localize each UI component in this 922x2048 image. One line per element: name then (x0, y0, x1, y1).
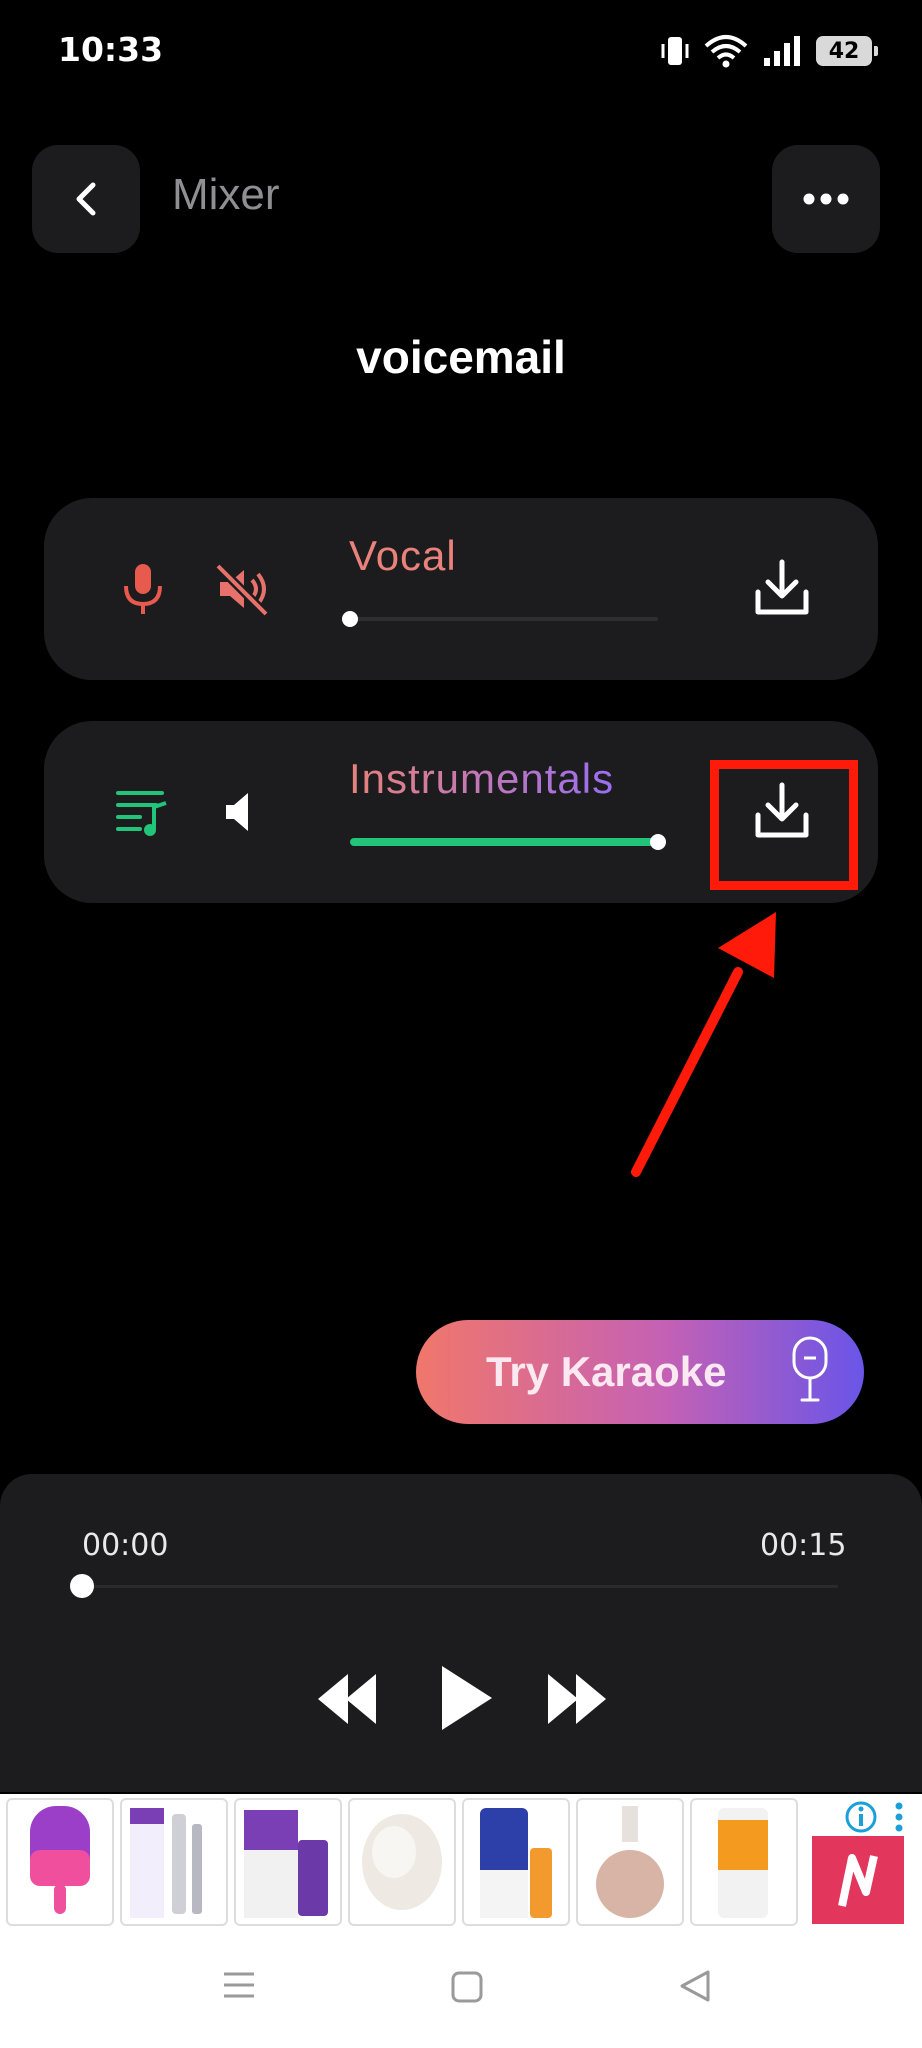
instrumentals-slider-fill (350, 838, 658, 846)
microphone-icon[interactable] (112, 558, 174, 620)
progress-thumb[interactable] (70, 1574, 94, 1598)
total-time: 00:15 (760, 1528, 847, 1563)
fast-forward-icon[interactable] (544, 1666, 610, 1732)
try-karaoke-button[interactable]: Try Karaoke (416, 1320, 864, 1424)
volume-mute-icon[interactable] (212, 558, 274, 620)
chevron-left-icon (76, 182, 96, 216)
ad-product-image[interactable] (462, 1798, 570, 1926)
status-time: 10:33 (58, 30, 164, 69)
battery-indicator: 42 (816, 36, 878, 66)
ad-product-image[interactable] (348, 1798, 456, 1926)
player-panel (0, 1474, 922, 1792)
track-label-instrumentals: Instrumentals (349, 755, 615, 802)
playlist-music-icon[interactable] (112, 781, 174, 843)
vibrate-icon (661, 37, 689, 65)
ad-brand-logo[interactable] (812, 1836, 904, 1924)
ad-product-image[interactable] (690, 1798, 798, 1926)
vocal-slider-thumb[interactable] (342, 611, 358, 627)
progress-bar[interactable] (82, 1585, 838, 1588)
status-icons: 42 (660, 34, 878, 68)
home-icon[interactable] (450, 1970, 484, 2004)
song-title: voicemail (356, 331, 566, 383)
more-options-button[interactable] (772, 145, 880, 253)
download-icon[interactable] (746, 552, 818, 624)
volume-icon[interactable] (212, 781, 274, 843)
ad-product-image[interactable] (120, 1798, 228, 1926)
play-icon[interactable] (436, 1660, 496, 1736)
back-nav-icon[interactable] (678, 1968, 712, 2004)
ad-product-image[interactable] (234, 1798, 342, 1926)
track-label-vocal: Vocal (349, 532, 457, 579)
track-card-vocal: Vocal (44, 498, 878, 680)
more-horizontal-icon (803, 193, 849, 205)
instrumentals-slider-thumb[interactable] (650, 834, 666, 850)
annotation-highlight-box (710, 760, 858, 890)
vocal-volume-slider[interactable] (342, 611, 658, 627)
wifi-icon (704, 35, 748, 68)
instrumentals-volume-slider[interactable] (350, 834, 666, 850)
ad-more-icon[interactable] (892, 1800, 906, 1834)
menu-icon[interactable] (222, 1968, 256, 2002)
ad-product-image[interactable] (6, 1798, 114, 1926)
ad-product-image[interactable] (576, 1798, 684, 1926)
ad-banner[interactable] (0, 1794, 922, 1932)
ad-info-icon[interactable] (844, 1800, 878, 1834)
try-karaoke-label: Try Karaoke (486, 1348, 727, 1395)
back-button[interactable] (32, 145, 140, 253)
karaoke-microphone-icon (792, 1336, 828, 1402)
signal-icon (764, 36, 800, 66)
current-time: 00:00 (82, 1528, 169, 1563)
system-navigation-bar (0, 1932, 922, 2048)
rewind-icon[interactable] (314, 1666, 380, 1732)
page-title: Mixer (172, 170, 280, 219)
